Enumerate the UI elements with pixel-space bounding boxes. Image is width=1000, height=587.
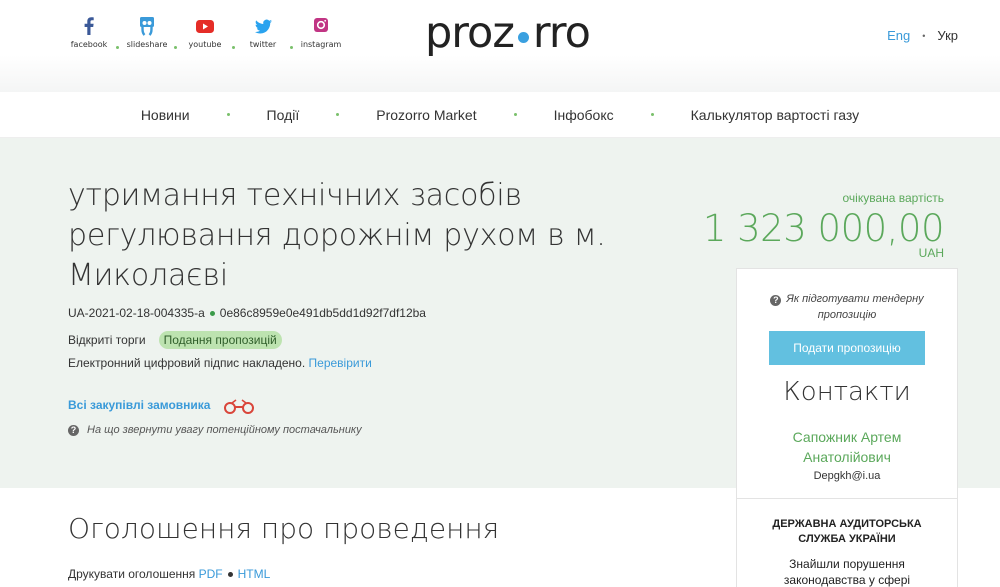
nav-separator-dot bbox=[226, 113, 230, 116]
social-label: youtube bbox=[188, 40, 222, 49]
tender-ids: UA-2021-02-18-004335-a 0e86c8959e0e491db… bbox=[68, 306, 426, 320]
main-nav: Новини Події Prozorro Market Інфобокс Ка… bbox=[0, 92, 1000, 138]
print-label: Друкувати оголошення bbox=[68, 567, 196, 581]
lang-separator: • bbox=[922, 30, 926, 41]
nav-item-gas-calculator[interactable]: Калькулятор вартості газу bbox=[691, 107, 860, 123]
prepare-bid-hint-text: Як підготувати тендерну пропозицію bbox=[786, 293, 924, 321]
separator-dot bbox=[232, 46, 235, 49]
lang-ukr-link[interactable]: Укр bbox=[937, 28, 958, 43]
expected-value-label: очікувана вартість bbox=[842, 191, 945, 205]
youtube-icon bbox=[196, 20, 214, 33]
social-slideshare-link[interactable]: slideshare bbox=[118, 14, 176, 49]
social-label: twitter bbox=[249, 40, 277, 49]
id-separator-dot bbox=[209, 310, 215, 316]
procedure-type: Відкриті торги bbox=[68, 333, 146, 347]
tender-id: UA-2021-02-18-004335-a bbox=[68, 306, 205, 320]
social-label: facebook bbox=[70, 40, 108, 49]
contact-person-name: Сапожник Артем Анатолійович bbox=[792, 429, 902, 465]
question-icon: ? bbox=[770, 295, 782, 306]
nav-separator-dot bbox=[336, 113, 340, 116]
nav-item-market[interactable]: Prozorro Market bbox=[376, 107, 476, 123]
verify-signature-link[interactable]: Перевірити bbox=[309, 356, 372, 370]
submit-bid-button[interactable]: Подати пропозицію bbox=[769, 331, 925, 365]
status-badge: Подання пропозицій bbox=[158, 331, 282, 349]
separator-dot bbox=[116, 46, 119, 49]
social-twitter-link[interactable]: twitter bbox=[234, 14, 292, 49]
contact-email[interactable]: Depgkh@i.ua bbox=[737, 470, 957, 482]
side-panel: ? Як підготувати тендерну пропозицію Пода… bbox=[736, 268, 958, 587]
twitter-icon bbox=[255, 19, 272, 34]
expected-value: 1 323 000,00 bbox=[702, 207, 945, 250]
nav-item-events[interactable]: Події bbox=[267, 107, 300, 123]
audit-service-title: ДЕРЖАВНА АУДИТОРСЬКА СЛУЖБА УКРАЇНИ bbox=[772, 518, 922, 545]
slideshare-icon bbox=[140, 17, 154, 36]
social-label: instagram bbox=[300, 40, 342, 49]
social-links: facebook slideshare youtube twitter inst… bbox=[60, 14, 350, 49]
nav-separator-dot bbox=[650, 113, 654, 116]
contacts-heading: Контакти bbox=[783, 377, 911, 407]
print-announcement-row: Друкувати оголошення PDF HTML bbox=[68, 567, 270, 581]
buyer-tenders-link[interactable]: Всі закупівлі замовника bbox=[68, 398, 210, 412]
question-icon: ? bbox=[68, 424, 79, 436]
supplier-hint[interactable]: ? На що звернути увагу потенційному пост… bbox=[68, 424, 362, 436]
announcement-heading: Оголошення про проведення bbox=[68, 512, 500, 545]
facebook-icon bbox=[84, 17, 94, 35]
lang-eng-link[interactable]: Eng bbox=[887, 28, 910, 43]
nav-item-news[interactable]: Новини bbox=[141, 107, 190, 123]
social-facebook-link[interactable]: facebook bbox=[60, 14, 118, 49]
nav-item-infobox[interactable]: Інфобокс bbox=[554, 107, 614, 123]
separator-dot bbox=[174, 46, 177, 49]
site-header: facebook slideshare youtube twitter inst… bbox=[0, 0, 1000, 92]
audit-report-question[interactable]: Знайшли порушення законодавства у сфері … bbox=[737, 556, 957, 587]
logo-dot-icon bbox=[517, 31, 529, 43]
print-html-link[interactable]: HTML bbox=[238, 567, 271, 581]
social-instagram-link[interactable]: instagram bbox=[292, 14, 350, 49]
prepare-bid-hint[interactable]: ? Як підготувати тендерну пропозицію bbox=[737, 291, 957, 323]
tender-title: утримання технічних засобів регулювання … bbox=[68, 178, 606, 293]
prozorro-logo[interactable]: proz rro bbox=[425, 8, 591, 58]
panel-divider bbox=[737, 498, 957, 499]
tender-hash: 0e86c8959e0e491db5dd1d92f7df12ba bbox=[219, 306, 426, 320]
print-separator-dot bbox=[227, 571, 233, 577]
logo-text-right: rro bbox=[532, 8, 591, 58]
separator-dot bbox=[290, 46, 293, 49]
language-switcher: Eng • Укр bbox=[887, 28, 958, 43]
instagram-icon bbox=[314, 18, 328, 32]
signature-text: Електронний цифровий підпис накладено. bbox=[68, 356, 306, 370]
supplier-hint-text: На що звернути увагу потенційному постач… bbox=[87, 424, 362, 436]
social-youtube-link[interactable]: youtube bbox=[176, 14, 234, 49]
logo-text-left: proz bbox=[425, 8, 515, 58]
procedure-row: Відкриті торги Подання пропозицій bbox=[68, 331, 282, 349]
binoculars-icon[interactable] bbox=[222, 398, 256, 414]
signature-row: Електронний цифровий підпис накладено. П… bbox=[68, 356, 372, 370]
print-pdf-link[interactable]: PDF bbox=[199, 567, 223, 581]
social-label: slideshare bbox=[126, 40, 168, 49]
nav-separator-dot bbox=[513, 113, 517, 116]
currency-label: UAH bbox=[918, 246, 944, 260]
